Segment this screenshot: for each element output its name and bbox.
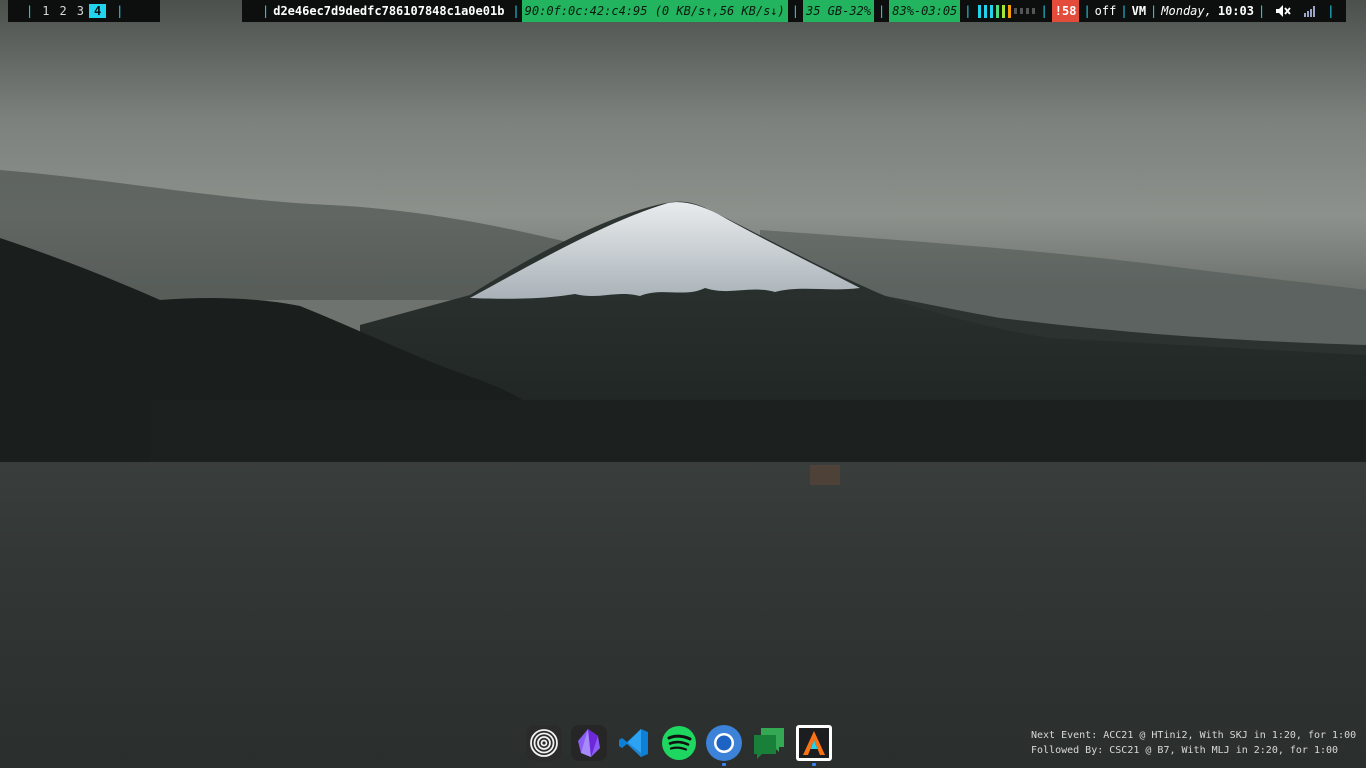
cpu-bar	[1007, 4, 1011, 18]
vscode-icon[interactable]	[616, 725, 652, 761]
cpu-bar	[1013, 8, 1017, 14]
vm-indicator: VM	[1131, 4, 1147, 18]
bar-separator: |	[791, 4, 799, 18]
cpu-bar	[977, 4, 981, 18]
spotify-icon[interactable]	[661, 725, 697, 761]
cpu-bar	[1019, 8, 1023, 14]
workspace-bar: | 1 2 3 4 |	[8, 0, 160, 22]
network-status: 90:0f:0c:42:c4:95 (0 KB/s↑,56 KB/s↓)	[521, 0, 788, 22]
cpu-bar	[983, 4, 987, 18]
desktop-wallpaper	[0, 0, 1366, 768]
bar-separator: |	[1040, 4, 1048, 18]
bar-separator: |	[512, 4, 520, 18]
alacritty-icon[interactable]	[796, 725, 832, 766]
bar-separator: |	[1327, 4, 1335, 18]
app-dock	[526, 722, 840, 766]
bar-separator: |	[964, 4, 972, 18]
bar-separator: |	[878, 4, 886, 18]
speaker-muted-icon[interactable]	[1269, 4, 1297, 18]
alert-count: !58	[1051, 0, 1080, 22]
status-bar: | d2e46ec7d9dedfc786107848c1a0e01b | 90:…	[242, 0, 1346, 22]
chromium-icon[interactable]	[706, 725, 742, 766]
bar-separator: |	[1120, 4, 1128, 18]
bar-separator: |	[1150, 4, 1158, 18]
day-label: Monday,	[1161, 4, 1212, 18]
workspace-4[interactable]: 4	[88, 4, 107, 18]
workspace-2[interactable]: 2	[54, 4, 71, 18]
bar-separator: |	[1083, 4, 1091, 18]
window-title: d2e46ec7d9dedfc786107848c1a0e01b	[273, 4, 505, 18]
bar-separator: |	[116, 4, 124, 18]
running-indicator	[722, 763, 726, 766]
workspace-3[interactable]: 3	[72, 4, 89, 18]
next-event: Next Event: ACC21 @ HTini2, With SKJ in …	[1031, 730, 1357, 741]
bar-separator: |	[1257, 4, 1266, 18]
cpu-usage-bars	[976, 4, 1037, 18]
bar-separator: |	[26, 4, 34, 18]
obsidian-icon[interactable]	[571, 725, 607, 761]
cpu-bar	[1001, 4, 1005, 18]
battery-status: 83%-03:05	[889, 0, 961, 22]
bar-separator: |	[262, 4, 270, 18]
followed-event: Followed By: CSC21 @ B7, With MLJ in 2:2…	[1031, 745, 1339, 756]
cpu-bar	[989, 4, 993, 18]
disk-usage: 35 GB-32%	[802, 0, 875, 22]
chat-icon[interactable]	[751, 725, 787, 761]
clock: 10:03	[1217, 4, 1254, 18]
workspace-1[interactable]: 1	[37, 4, 54, 18]
cpu-bar	[1025, 8, 1029, 14]
concentric-rings-app-icon[interactable]	[526, 725, 562, 761]
running-indicator	[812, 763, 816, 766]
toggle-status[interactable]: off	[1095, 4, 1117, 18]
cpu-bar	[995, 4, 999, 18]
calendar-events: Next Event: ACC21 @ HTini2, With SKJ in …	[1031, 728, 1361, 758]
cpu-bar	[1031, 8, 1035, 14]
signal-bars-icon[interactable]	[1297, 5, 1323, 17]
